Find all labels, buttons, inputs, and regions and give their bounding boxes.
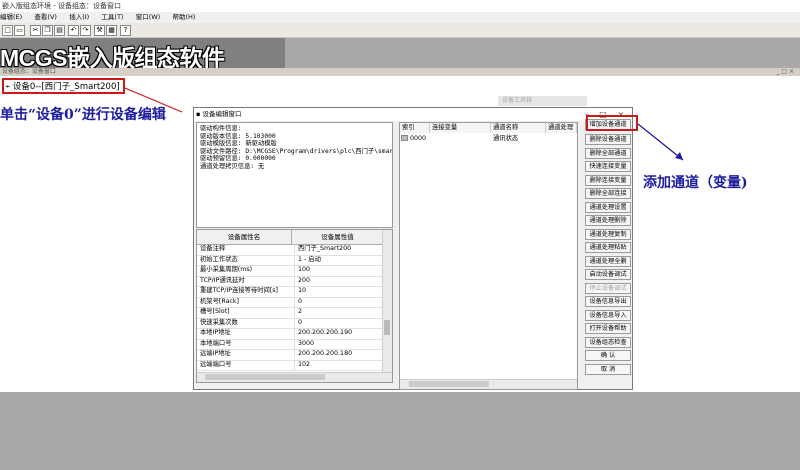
delete-all-channels-button[interactable]: 删除全部通道 [585,147,631,159]
export-device-info-button[interactable]: 设备信息导出 [585,296,631,307]
channel-process-settings-button[interactable]: 通道处理设置 [585,201,631,213]
device-config-check-button[interactable]: 设备组态检查 [585,336,631,348]
property-name: 重建TCP/IP连接等待时间[s] [200,287,279,294]
scroll-thumb[interactable] [384,320,390,335]
header-prop-name: 设备属性名 [197,230,292,244]
properties-header: 设备属性名 设备属性值 [197,230,383,245]
channel-process-delete-button[interactable]: 通道处理删除 [585,215,631,226]
delete-channel-button[interactable]: 删除设备通道 [585,134,631,145]
cancel-button[interactable]: 取 消 [585,363,631,375]
delete-link-variable-button[interactable]: 删除连接变量 [585,174,631,186]
channel-horizontal-scrollbar[interactable] [400,379,577,389]
col-header-index[interactable]: 索引 [400,123,430,133]
property-name: 本地IP地址 [200,329,231,336]
import-device-info-button[interactable]: 设备信息导入 [585,309,631,321]
property-name: 最小采集周期(ms) [200,266,253,273]
property-value: 西门子_Smart200 [294,244,388,254]
device-edit-dialog: ▪ 设备编辑窗口 – □ × 驱动构件信息: 驱动版本信息: 5.103000 驱动… [193,107,633,390]
property-name: 机架号[Rack] [200,297,240,305]
property-value: 102 [294,359,388,370]
property-name: 快速采集次数 [200,318,238,326]
property-value: 200.200.200.180 [294,349,388,359]
channel-process-copy-button[interactable]: 通道处理复制 [585,228,631,240]
dialog-titlebar: ▪ 设备编辑窗口 – □ × [194,108,632,121]
property-value: 0 [294,317,388,328]
device-properties-grid: 设备属性名 设备属性值 设备注释 西门子_Smart200 初始工作状态 1 - 启… [196,229,393,383]
channel-list: 索引 连接变量 通道名称 通道处理 0000 通讯状态 [399,122,578,390]
property-value: 1 - 启动 [294,254,388,265]
channel-row-icon [401,135,408,141]
property-name: 槽号[Slot] [200,308,230,315]
property-value: 0 [294,296,388,307]
scroll-thumb[interactable] [205,374,325,380]
channel-row[interactable]: 0000 通讯状态 [400,134,577,143]
channel-index: 0000 [410,135,427,142]
property-value: 2 [294,307,388,317]
properties-vertical-scrollbar[interactable] [382,230,392,373]
property-value: 10 [294,286,388,296]
arrow-line-2 [637,123,684,161]
property-value: 3000 [294,338,388,349]
info-line: 驱动预留信息: 0.000000 [200,155,276,162]
scroll-thumb[interactable] [409,381,489,387]
confirm-button[interactable]: 确 认 [585,350,631,361]
open-device-help-button[interactable]: 打开设备帮助 [585,323,631,334]
property-value: 200.200.200.190 [294,328,388,338]
property-name: 远端IP地址 [200,350,231,357]
add-channel-highlight-box [586,115,638,131]
header-prop-value: 设备属性值 [321,233,354,241]
annotation-edit-device: 单击“设备0”进行设备编辑 [0,107,166,123]
property-value: 100 [294,265,388,275]
col-header-channel-name[interactable]: 通道名称 [491,123,546,133]
property-name: 远端端口号 [200,360,232,368]
dialog-app-icon: ▪ [196,110,201,118]
stop-debug-button[interactable]: 停止设备调试 [585,282,631,294]
property-name: 初始工作状态 [200,255,238,263]
info-line: 驱动构件信息: [200,125,242,132]
property-value: 200 [294,275,388,286]
col-header-processing[interactable]: 通道处理 [546,123,577,133]
property-name: TCP/IP通讯延时 [200,276,245,284]
info-line: 通道处理拷贝信息: 无 [200,162,265,170]
annotation-add-channel: 添加通道（变量) [643,175,748,191]
info-line: 驱动模版信息: 新驱动模版 [200,140,277,147]
property-name: 设备注释 [200,245,226,252]
properties-horizontal-scrollbar[interactable] [197,372,392,382]
property-row[interactable]: 远端端口号 102 [197,359,383,371]
property-name: 本地端口号 [200,339,232,347]
dialog-title: 设备编辑窗口 [202,110,242,118]
start-debug-button[interactable]: 启动设备调试 [585,269,631,280]
driver-info-panel: 驱动构件信息: 驱动版本信息: 5.103000 驱动模版信息: 新驱动模版 驱动文件… [196,122,393,228]
lower-background [0,392,800,470]
arrow-head-2 [675,152,683,160]
quick-link-variable-button[interactable]: 快速连接变量 [585,161,631,172]
channel-name: 通讯状态 [493,135,519,142]
delete-all-links-button[interactable]: 删除全部连接 [585,188,631,199]
info-line: 驱动文件路径: D:\MCGSE\Program\drivers\plc\西门子… [200,147,393,155]
info-line: 驱动版本信息: 5.103000 [200,132,276,140]
col-header-variable[interactable]: 连接变量 [430,123,491,133]
channel-process-delete-all-button[interactable]: 通道处理全删 [585,255,631,267]
channel-process-paste-button[interactable]: 通道处理粘贴 [585,242,631,253]
